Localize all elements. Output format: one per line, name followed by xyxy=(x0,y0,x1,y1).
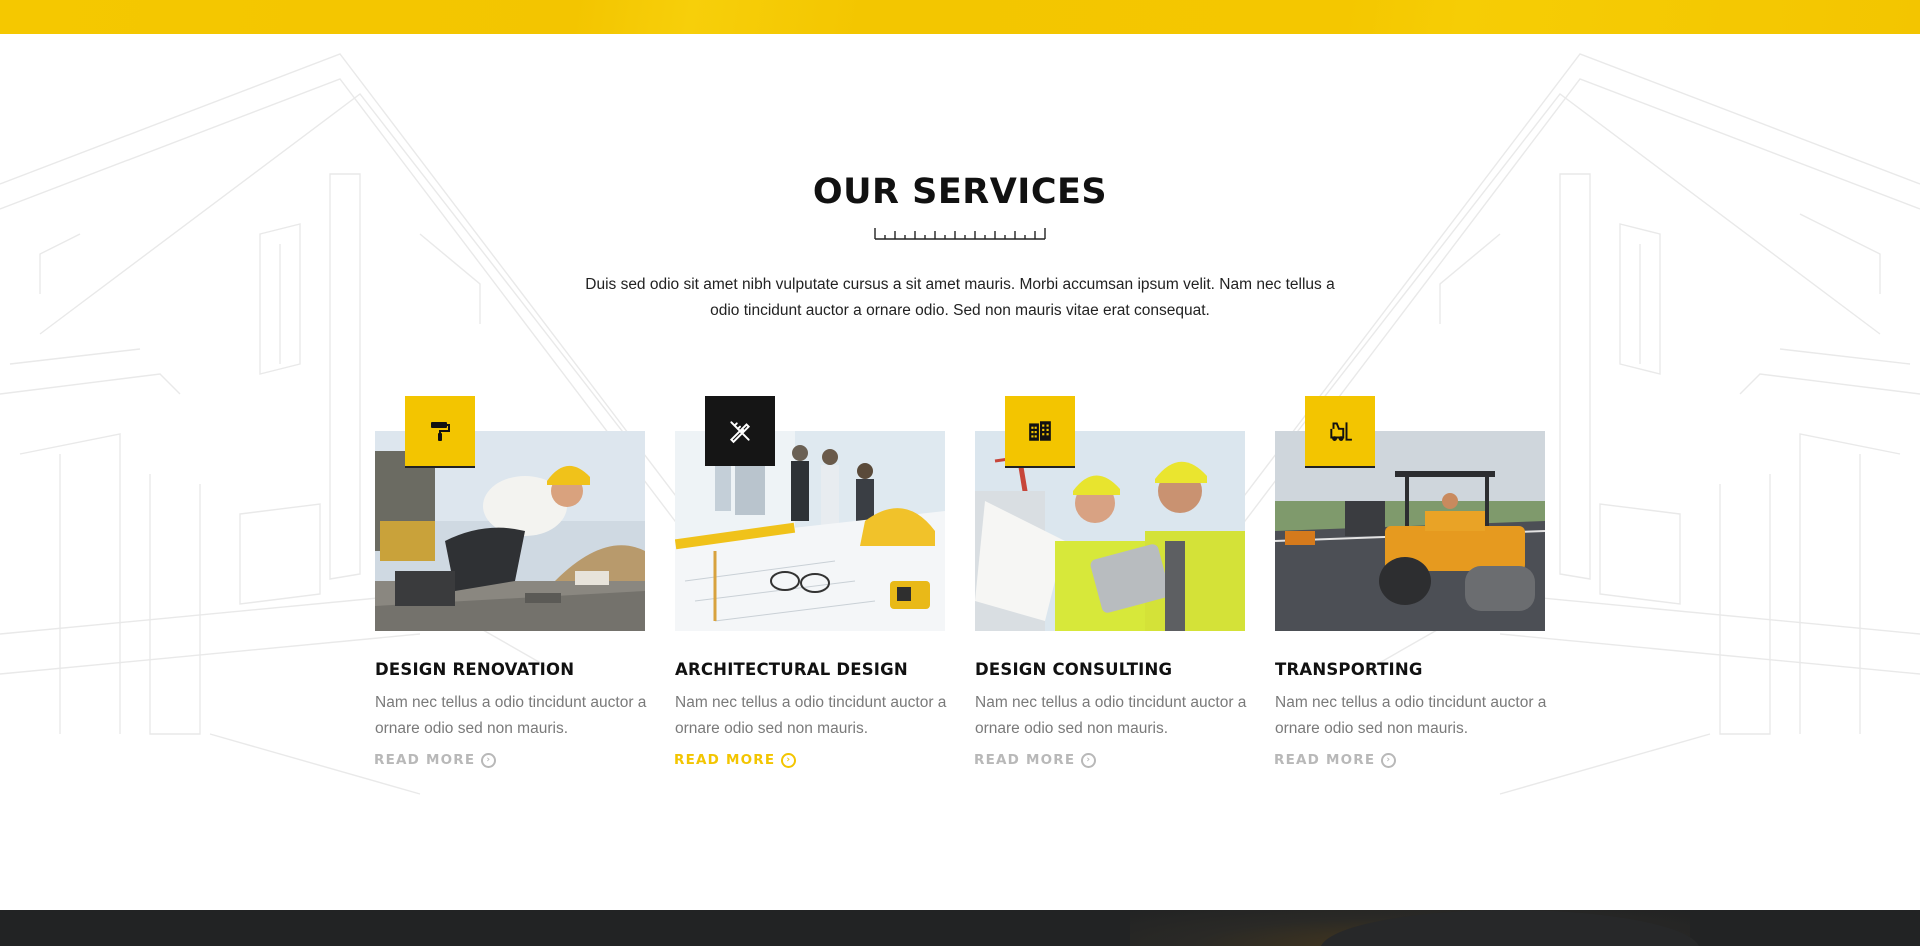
paint-roller-icon xyxy=(405,396,475,466)
read-more-link[interactable]: READ MORE › xyxy=(974,752,1097,768)
read-more-link[interactable]: READ MORE › xyxy=(674,752,797,768)
service-title: DESIGN CONSULTING xyxy=(975,660,1173,679)
read-more-label: READ MORE xyxy=(974,752,1076,768)
page: OUR SERVICES Duis sed odio sit amet nibh… xyxy=(0,0,1920,946)
read-more-label: READ MORE xyxy=(1274,752,1376,768)
read-more-link[interactable]: READ MORE › xyxy=(1274,752,1397,768)
service-card-architectural-design: ARCHITECTURAL DESIGN Nam nec tellus a od… xyxy=(674,396,947,776)
building-icon xyxy=(1005,396,1075,466)
service-card-design-renovation: DESIGN RENOVATION Nam nec tellus a odio … xyxy=(374,396,647,776)
service-title: DESIGN RENOVATION xyxy=(375,660,575,679)
service-card-design-consulting: DESIGN CONSULTING Nam nec tellus a odio … xyxy=(974,396,1247,776)
read-more-label: READ MORE xyxy=(674,752,776,768)
service-title: TRANSPORTING xyxy=(1275,660,1423,679)
forklift-icon xyxy=(1305,396,1375,466)
service-description: Nam nec tellus a odio tincidunt auctor a… xyxy=(375,694,647,737)
service-description: Nam nec tellus a odio tincidunt auctor a… xyxy=(975,694,1247,737)
top-header-bar xyxy=(0,0,1920,34)
footer-bar xyxy=(0,910,1920,946)
ruler-divider-icon xyxy=(874,228,1046,240)
section-intro-text: Duis sed odio sit amet nibh vulputate cu… xyxy=(585,276,1335,319)
arrow-circle-icon: › xyxy=(481,752,497,768)
read-more-label: READ MORE xyxy=(374,752,476,768)
service-card-transporting: TRANSPORTING Nam nec tellus a odio tinci… xyxy=(1274,396,1547,776)
read-more-link[interactable]: READ MORE › xyxy=(374,752,497,768)
background-house-sketch xyxy=(0,53,1920,795)
arrow-circle-icon: › xyxy=(781,752,797,768)
arrow-circle-icon: › xyxy=(1081,752,1097,768)
section-title: OUR SERVICES xyxy=(812,172,1108,212)
pencil-ruler-icon xyxy=(705,396,775,466)
arrow-circle-icon: › xyxy=(1381,752,1397,768)
service-title: ARCHITECTURAL DESIGN xyxy=(675,660,908,679)
service-description: Nam nec tellus a odio tincidunt auctor a… xyxy=(1275,694,1547,737)
service-description: Nam nec tellus a odio tincidunt auctor a… xyxy=(675,694,947,737)
